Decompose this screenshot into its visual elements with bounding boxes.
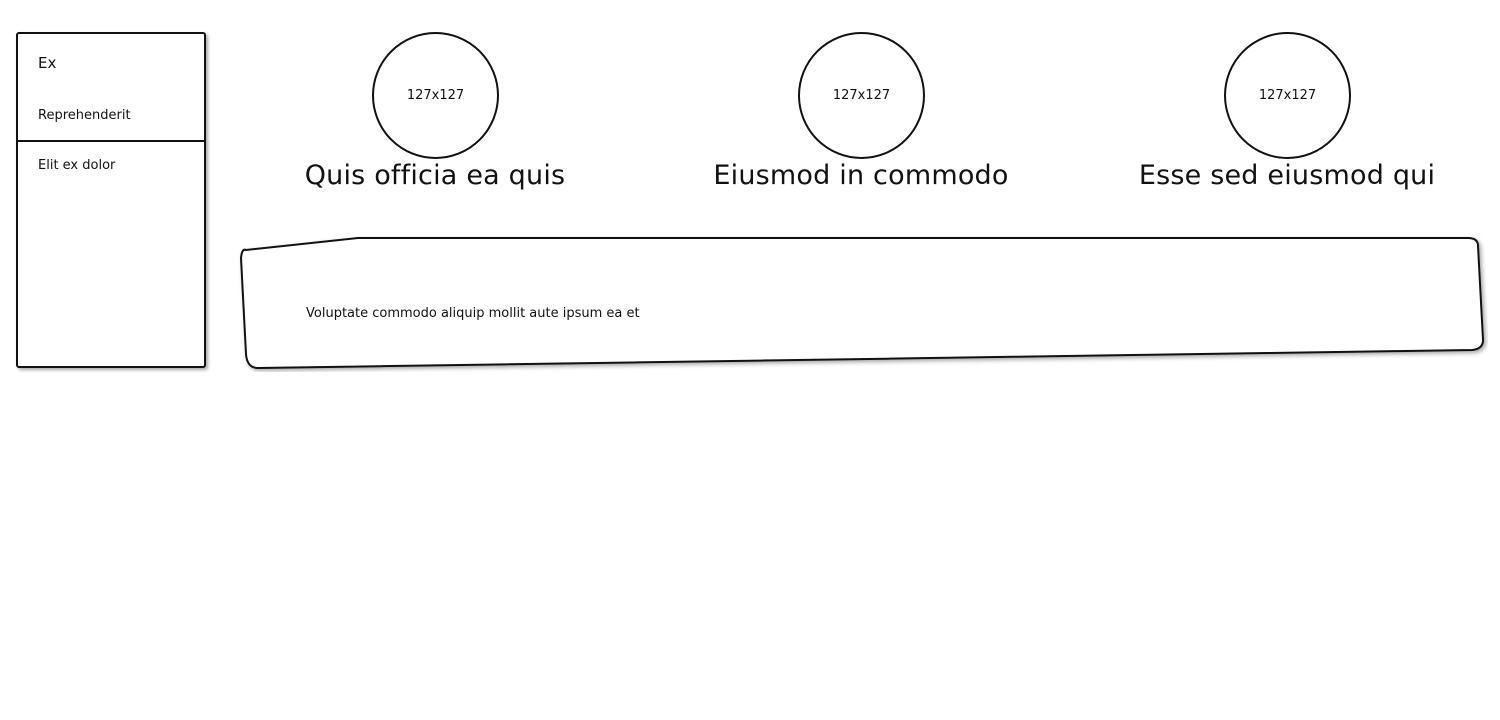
sidebar-panel: Ex Reprehenderit Elit ex dolor bbox=[16, 32, 206, 368]
text-box: Voluptate commodo aliquip mollit aute ip… bbox=[238, 236, 1485, 370]
card-image-placeholder: 127x127 bbox=[798, 32, 925, 159]
sidebar-title: Ex bbox=[38, 54, 57, 72]
card-title[interactable]: Eiusmod in commodo bbox=[681, 160, 1041, 191]
sidebar-item-reprehenderit[interactable]: Reprehenderit bbox=[38, 108, 131, 123]
text-box-outline bbox=[239, 237, 1485, 370]
sidebar-divider bbox=[18, 140, 204, 142]
text-box-content: Voluptate commodo aliquip mollit aute ip… bbox=[306, 306, 640, 321]
image-size-label: 127x127 bbox=[1258, 88, 1317, 103]
image-size-label: 127x127 bbox=[406, 88, 465, 103]
image-size-label: 127x127 bbox=[832, 88, 891, 103]
card-image-placeholder: 127x127 bbox=[372, 32, 499, 159]
card-image-placeholder: 127x127 bbox=[1224, 32, 1351, 159]
card-title[interactable]: Quis officia ea quis bbox=[255, 160, 615, 191]
card-title[interactable]: Esse sed eiusmod qui bbox=[1107, 160, 1467, 191]
sidebar-item-elit-ex-dolor[interactable]: Elit ex dolor bbox=[38, 158, 115, 173]
